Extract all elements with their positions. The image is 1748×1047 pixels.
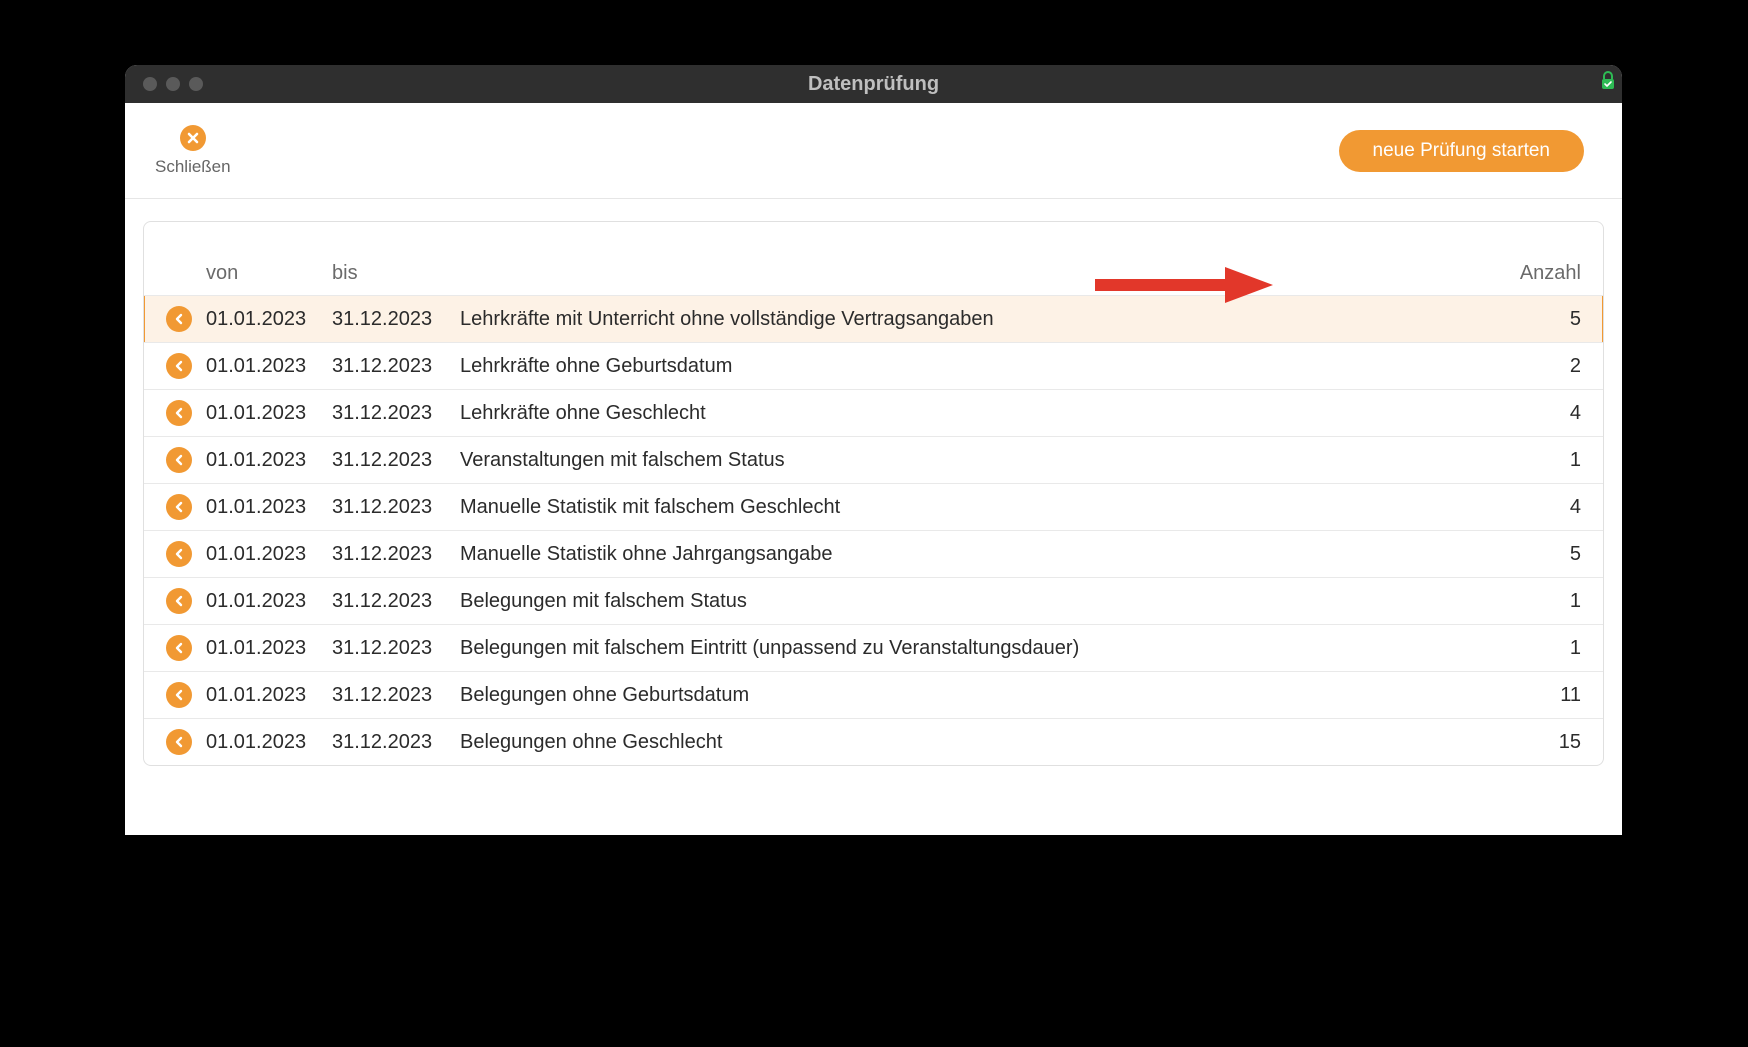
arrow-left-icon bbox=[166, 541, 192, 567]
cell-count: 11 bbox=[1501, 684, 1581, 707]
cell-bis: 31.12.2023 bbox=[332, 684, 460, 707]
cell-count: 4 bbox=[1501, 496, 1581, 519]
cell-bis: 31.12.2023 bbox=[332, 637, 460, 660]
table-row[interactable]: 01.01.202331.12.2023Belegungen mit falsc… bbox=[144, 624, 1603, 671]
window-title: Datenprüfung bbox=[125, 73, 1622, 96]
table-row[interactable]: 01.01.202331.12.2023Belegungen mit falsc… bbox=[144, 577, 1603, 624]
table-row[interactable]: 01.01.202331.12.2023Lehrkräfte ohne Gebu… bbox=[144, 342, 1603, 389]
cell-von: 01.01.2023 bbox=[206, 637, 332, 660]
cell-description: Belegungen ohne Geburtsdatum bbox=[460, 684, 1501, 707]
table-row[interactable]: 01.01.202331.12.2023Lehrkräfte ohne Gesc… bbox=[144, 389, 1603, 436]
cell-description: Lehrkräfte mit Unterricht ohne vollständ… bbox=[460, 308, 1501, 331]
table-row[interactable]: 01.01.202331.12.2023Manuelle Statistik o… bbox=[144, 530, 1603, 577]
arrow-left-icon bbox=[166, 306, 192, 332]
table-row[interactable]: 01.01.202331.12.2023Belegungen ohne Gesc… bbox=[144, 718, 1603, 765]
cell-count: 5 bbox=[1501, 543, 1581, 566]
table-row[interactable]: 01.01.202331.12.2023Lehrkräfte mit Unter… bbox=[144, 295, 1603, 342]
arrow-left-icon bbox=[166, 494, 192, 520]
arrow-left-icon bbox=[166, 588, 192, 614]
arrow-left-icon bbox=[166, 729, 192, 755]
cell-description: Belegungen mit falschem Status bbox=[460, 590, 1501, 613]
arrow-left-icon bbox=[166, 635, 192, 661]
cell-von: 01.01.2023 bbox=[206, 308, 332, 331]
cell-von: 01.01.2023 bbox=[206, 496, 332, 519]
close-button-label: Schließen bbox=[155, 157, 231, 177]
arrow-left-icon bbox=[166, 400, 192, 426]
arrow-left-icon bbox=[166, 682, 192, 708]
cell-description: Manuelle Statistik mit falschem Geschlec… bbox=[460, 496, 1501, 519]
cell-count: 1 bbox=[1501, 637, 1581, 660]
content-area: von bis Anzahl 01.01.202331.12.2023Lehrk… bbox=[125, 199, 1622, 766]
cell-bis: 31.12.2023 bbox=[332, 543, 460, 566]
cell-description: Lehrkräfte ohne Geburtsdatum bbox=[460, 355, 1501, 378]
cell-von: 01.01.2023 bbox=[206, 402, 332, 425]
cell-count: 2 bbox=[1501, 355, 1581, 378]
cell-description: Manuelle Statistik ohne Jahrgangsangabe bbox=[460, 543, 1501, 566]
titlebar: Datenprüfung bbox=[125, 65, 1622, 103]
cell-bis: 31.12.2023 bbox=[332, 308, 460, 331]
cell-description: Lehrkräfte ohne Geschlecht bbox=[460, 402, 1501, 425]
cell-description: Belegungen ohne Geschlecht bbox=[460, 731, 1501, 754]
cell-count: 1 bbox=[1501, 449, 1581, 472]
cell-description: Belegungen mit falschem Eintritt (unpass… bbox=[460, 637, 1501, 660]
cell-bis: 31.12.2023 bbox=[332, 590, 460, 613]
window-zoom-dot[interactable] bbox=[189, 77, 203, 91]
cell-bis: 31.12.2023 bbox=[332, 731, 460, 754]
cell-count: 4 bbox=[1501, 402, 1581, 425]
header-anzahl: Anzahl bbox=[1501, 262, 1581, 285]
window-minimize-dot[interactable] bbox=[166, 77, 180, 91]
header-bis: bis bbox=[332, 262, 460, 285]
table-row[interactable]: 01.01.202331.12.2023Veranstaltungen mit … bbox=[144, 436, 1603, 483]
cell-von: 01.01.2023 bbox=[206, 355, 332, 378]
arrow-left-icon bbox=[166, 353, 192, 379]
cell-bis: 31.12.2023 bbox=[332, 402, 460, 425]
close-icon bbox=[180, 125, 206, 151]
table-row[interactable]: 01.01.202331.12.2023Belegungen ohne Gebu… bbox=[144, 671, 1603, 718]
table-row[interactable]: 01.01.202331.12.2023Manuelle Statistik m… bbox=[144, 483, 1603, 530]
cell-von: 01.01.2023 bbox=[206, 684, 332, 707]
results-table: von bis Anzahl 01.01.202331.12.2023Lehrk… bbox=[143, 221, 1604, 766]
window-close-dot[interactable] bbox=[143, 77, 157, 91]
window-controls bbox=[143, 77, 203, 91]
header-von: von bbox=[206, 262, 332, 285]
cell-count: 15 bbox=[1501, 731, 1581, 754]
cell-bis: 31.12.2023 bbox=[332, 449, 460, 472]
cell-von: 01.01.2023 bbox=[206, 731, 332, 754]
lock-icon bbox=[1600, 71, 1616, 91]
close-button[interactable]: Schließen bbox=[155, 125, 231, 177]
cell-von: 01.01.2023 bbox=[206, 543, 332, 566]
start-check-button-label: neue Prüfung starten bbox=[1373, 140, 1550, 161]
start-check-button[interactable]: neue Prüfung starten bbox=[1339, 130, 1584, 172]
arrow-left-icon bbox=[166, 447, 192, 473]
app-window: Datenprüfung Schließen neue Prüfung star… bbox=[125, 65, 1622, 835]
cell-von: 01.01.2023 bbox=[206, 590, 332, 613]
cell-count: 5 bbox=[1501, 308, 1581, 331]
cell-von: 01.01.2023 bbox=[206, 449, 332, 472]
cell-count: 1 bbox=[1501, 590, 1581, 613]
table-header: von bis Anzahl bbox=[144, 222, 1603, 295]
cell-bis: 31.12.2023 bbox=[332, 355, 460, 378]
toolbar: Schließen neue Prüfung starten bbox=[125, 103, 1622, 199]
cell-description: Veranstaltungen mit falschem Status bbox=[460, 449, 1501, 472]
cell-bis: 31.12.2023 bbox=[332, 496, 460, 519]
